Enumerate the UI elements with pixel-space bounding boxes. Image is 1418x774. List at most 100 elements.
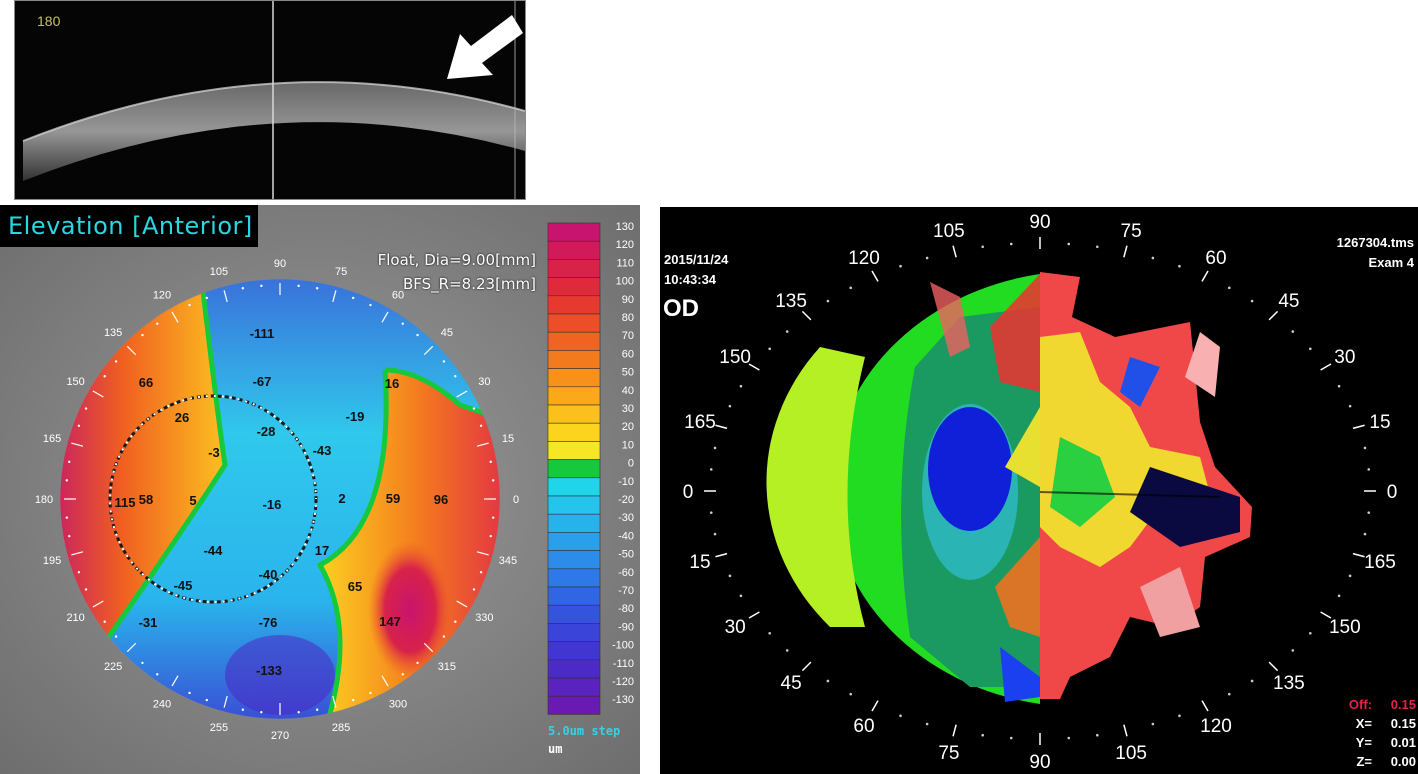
topo-angle-label: 120 — [848, 248, 880, 269]
minor-tick — [401, 322, 404, 325]
minor-tick — [141, 333, 144, 337]
elevation-value: -76 — [259, 615, 278, 630]
topo-minor-tick — [1067, 242, 1071, 246]
scale-labels: 1301201101009080706050403020100-10-20-30… — [612, 221, 634, 706]
angle-label-150: 150 — [66, 376, 84, 388]
minor-tick — [297, 710, 300, 714]
topo-minor-tick — [1367, 511, 1371, 514]
elevation-value: -31 — [139, 615, 158, 630]
minor-tick — [401, 673, 404, 676]
topo-minor-tick — [1067, 736, 1071, 740]
scale-swatch — [547, 259, 601, 278]
elevation-value: 5 — [189, 493, 196, 508]
scale-swatch — [547, 459, 601, 479]
readout-value: 0.15 — [1390, 716, 1416, 731]
scale-label: 130 — [616, 221, 634, 233]
topo-angle-label: 135 — [1273, 673, 1305, 694]
angle-label-240: 240 — [153, 698, 171, 710]
scale-label: -30 — [618, 512, 634, 524]
topo-angle-label: 90 — [1029, 752, 1050, 773]
minor-tick — [103, 620, 106, 623]
minor-tick — [369, 303, 372, 307]
topo-minor-tick — [1291, 649, 1295, 652]
minor-tick — [141, 661, 144, 665]
topo-minor-tick — [849, 692, 853, 696]
map-title: Elevation [Anterior] — [0, 205, 258, 247]
topo-minor-tick — [709, 511, 713, 514]
scale-swatch — [547, 477, 601, 497]
angle-label-180: 180 — [35, 494, 53, 506]
topo-minor-tick — [1337, 594, 1341, 598]
scale-label: -130 — [612, 694, 634, 706]
topo-minor-tick — [1178, 714, 1181, 718]
topo-angle-label: 105 — [1115, 743, 1147, 764]
elevation-value: -44 — [204, 543, 224, 558]
scale-label: 60 — [622, 348, 634, 360]
minor-tick — [491, 479, 495, 482]
topo-minor-tick — [1096, 245, 1099, 249]
scale-swatch — [547, 641, 601, 661]
minor-tick — [442, 635, 446, 638]
topo-minor-tick — [713, 532, 717, 536]
minor-tick — [260, 284, 263, 288]
minor-tick — [489, 460, 492, 464]
topo-minor-tick — [1291, 330, 1295, 333]
file-name: 1267304.tms — [1336, 235, 1414, 250]
topo-minor-tick — [1363, 446, 1367, 450]
minor-tick — [205, 698, 209, 702]
exam-time: 10:43:34 — [664, 272, 717, 287]
scale-label: 0 — [628, 458, 634, 470]
angle-label-300: 300 — [389, 698, 407, 710]
scale-swatch — [547, 677, 601, 697]
scale-label: -20 — [618, 494, 634, 506]
scale-swatch — [547, 240, 601, 260]
elevation-value: -111 — [250, 326, 275, 341]
topo-minor-tick — [1250, 679, 1254, 683]
scale-swatch — [547, 550, 601, 570]
scale-label: -100 — [612, 640, 634, 652]
topo-minor-tick — [1009, 242, 1013, 246]
topo-minor-tick — [1096, 733, 1099, 737]
topo-angle-label: 60 — [853, 716, 874, 737]
scale-swatch — [547, 495, 601, 515]
topo-angle-label: 90 — [1029, 212, 1050, 233]
angle-label-135: 135 — [104, 327, 122, 339]
minor-tick — [351, 296, 355, 300]
elevation-value: -3 — [208, 445, 220, 460]
readout-label: Z= — [1356, 754, 1372, 769]
topo-angle-label: 0 — [683, 482, 694, 503]
minor-tick — [241, 708, 245, 711]
minor-tick — [65, 516, 69, 519]
minor-tick — [84, 407, 88, 410]
scale-label: -50 — [618, 549, 634, 561]
elevation-value: 96 — [434, 492, 448, 507]
elevation-value: -133 — [256, 663, 282, 678]
topo-minor-tick — [826, 679, 830, 683]
scale-label: 80 — [622, 312, 634, 324]
scale-swatch — [547, 623, 601, 642]
bfs-info: BFS_R=8.23[mm] — [403, 275, 536, 293]
scale-label: 100 — [616, 276, 634, 288]
minor-tick — [84, 588, 88, 591]
readout-label: Y= — [1355, 735, 1372, 750]
scale-swatch — [547, 586, 601, 606]
angle-label-330: 330 — [475, 612, 493, 624]
scale-label: 10 — [622, 439, 634, 451]
angle-label-90: 90 — [274, 258, 286, 270]
scale-label: 90 — [622, 294, 634, 306]
topo-minor-tick — [1227, 692, 1231, 696]
topo-minor-tick — [899, 264, 902, 268]
elevation-value: -28 — [257, 424, 276, 439]
topo-minor-tick — [925, 256, 929, 260]
readout-label: Off: — [1348, 697, 1372, 712]
angle-label-15: 15 — [502, 433, 514, 445]
minor-tick — [416, 661, 419, 665]
readout-row: Off: 0.15 — [1320, 695, 1416, 714]
topo-angle-label: 75 — [1121, 221, 1142, 242]
minor-tick — [114, 360, 118, 363]
elevation-value: 59 — [386, 491, 400, 506]
scale-swatch — [547, 604, 601, 624]
scale-label: 40 — [622, 385, 634, 397]
readout-row: Y= 0.01 — [1320, 733, 1416, 752]
angle-label-315: 315 — [438, 661, 456, 673]
